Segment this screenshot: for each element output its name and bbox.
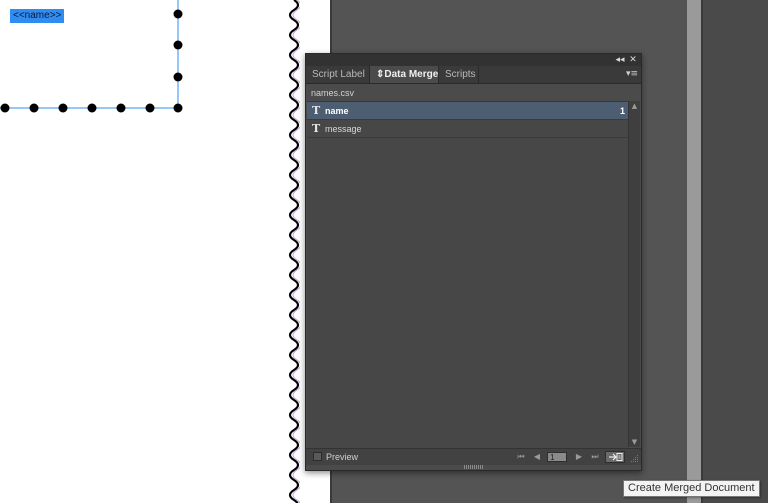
frame-handle bbox=[173, 9, 183, 19]
panel-titlebar[interactable]: ◂◂ ✕ bbox=[306, 54, 641, 66]
tab-data-merge[interactable]: ⇕Data Merge bbox=[370, 66, 439, 83]
frame-handle bbox=[87, 103, 97, 113]
close-icon[interactable]: ✕ bbox=[627, 54, 639, 66]
frame-handle bbox=[173, 103, 183, 113]
scroll-down-icon[interactable]: ▼ bbox=[629, 437, 640, 447]
tab-data-merge-label: Data Merge bbox=[384, 69, 439, 80]
preview-label[interactable]: Preview bbox=[326, 449, 358, 465]
create-merged-document-icon bbox=[609, 453, 623, 461]
text-field-icon: T bbox=[312, 122, 321, 135]
scroll-up-icon[interactable]: ▲ bbox=[629, 101, 640, 111]
preview-checkbox[interactable] bbox=[313, 452, 322, 461]
tab-scripts[interactable]: Scripts bbox=[439, 66, 479, 83]
frame-handle bbox=[58, 103, 68, 113]
first-record-icon[interactable]: ⏮ bbox=[515, 451, 527, 463]
pasteboard-right[interactable] bbox=[703, 0, 768, 503]
panel-footer: Preview ⏮ ◀ 1 ▶ ⏭ bbox=[306, 448, 641, 465]
tab-script-label[interactable]: Script Label bbox=[306, 66, 370, 83]
last-record-icon[interactable]: ⏭ bbox=[589, 451, 601, 463]
field-row-message[interactable]: T message bbox=[307, 120, 628, 138]
tooltip: Create Merged Document bbox=[623, 480, 760, 497]
panel-drag-grip-icon[interactable] bbox=[464, 465, 484, 469]
panel-tab-strip: Script Label ⇕Data Merge Scripts ▾≡ bbox=[306, 66, 641, 84]
frame-handle bbox=[145, 103, 155, 113]
field-list-scrollbar[interactable]: ▲ ▼ bbox=[628, 101, 640, 447]
adjacent-page-edge bbox=[687, 0, 701, 503]
frame-handle bbox=[173, 72, 183, 82]
field-name-label: message bbox=[325, 124, 362, 134]
text-field-icon: T bbox=[312, 104, 321, 117]
field-usage-count: 1 bbox=[619, 106, 625, 116]
frame-handle bbox=[0, 103, 10, 113]
field-list[interactable]: T name 1 T message bbox=[307, 101, 628, 448]
frame-handle bbox=[116, 103, 126, 113]
indesign-workspace: <<name>> ◂◂ ✕ Script Label ⇕Data Merge S… bbox=[0, 0, 768, 503]
data-source-filename: names.csv bbox=[311, 88, 355, 98]
next-record-icon[interactable]: ▶ bbox=[573, 451, 585, 463]
resize-grip-icon[interactable] bbox=[631, 455, 639, 463]
frame-handle bbox=[173, 40, 183, 50]
field-name-label: name bbox=[325, 106, 349, 116]
field-row-name[interactable]: T name 1 bbox=[307, 102, 628, 120]
panel-menu-icon[interactable]: ▾≡ bbox=[625, 66, 639, 83]
merge-field-placeholder[interactable]: <<name>> bbox=[10, 9, 65, 23]
record-number-field[interactable]: 1 bbox=[547, 452, 567, 462]
data-merge-panel: ◂◂ ✕ Script Label ⇕Data Merge Scripts ▾≡… bbox=[305, 53, 642, 471]
create-merged-document-button[interactable] bbox=[605, 451, 625, 463]
previous-record-icon[interactable]: ◀ bbox=[531, 451, 543, 463]
collapse-panel-icon[interactable]: ◂◂ bbox=[614, 54, 626, 66]
frame-handle bbox=[29, 103, 39, 113]
